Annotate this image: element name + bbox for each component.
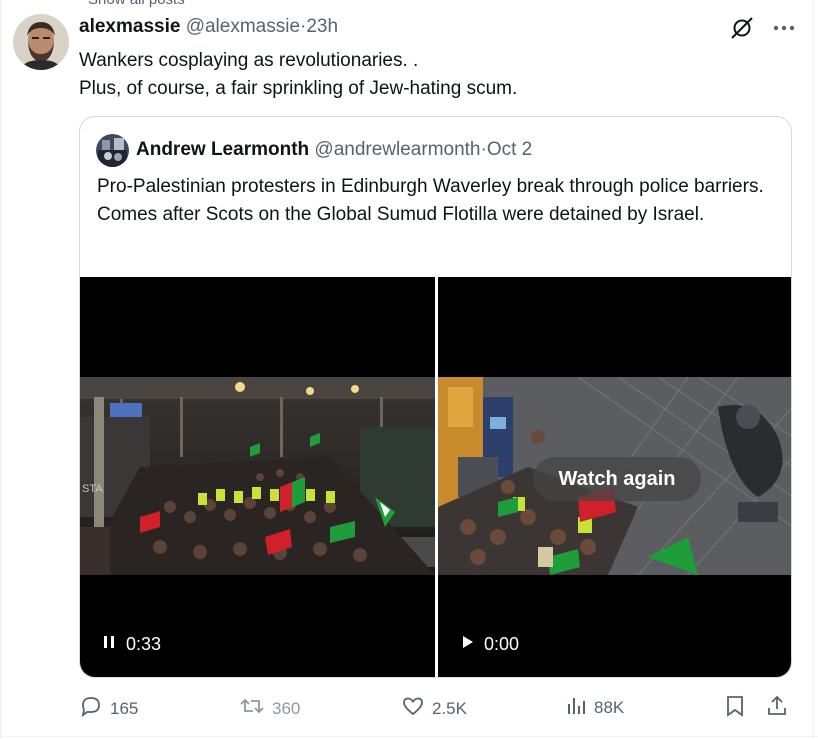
timeline-border-right [813,0,814,739]
video-1-control[interactable]: 0:33 [102,634,161,655]
bookmark-icon [724,694,746,723]
repost-button[interactable]: 360 [239,694,300,723]
play-icon[interactable] [460,634,474,655]
reply-icon [79,694,103,723]
bookmark-button[interactable] [724,694,746,723]
tweet-text-line-1: Wankers cosplaying as revolutionaries. . [79,50,419,71]
pause-icon[interactable] [102,634,116,655]
more-options-icon[interactable] [770,14,798,42]
views-count: 88K [594,697,625,717]
video-player-1[interactable]: STA 0:33 [80,277,435,677]
quoted-avatar[interactable] [96,134,129,167]
reply-count: 165 [110,698,139,718]
like-button[interactable]: 2.5K [401,694,467,723]
repost-count: 360 [272,698,301,718]
header-actions [728,14,798,42]
show-posts-link[interactable]: Show all posts [88,0,185,8]
share-button[interactable] [765,694,789,723]
tweet-divider [0,736,818,737]
watch-again-button[interactable]: Watch again [533,457,701,501]
heart-icon [401,694,425,723]
quoted-date[interactable]: Oct 2 [487,139,532,160]
share-icon [765,694,789,723]
repost-icon [239,694,265,723]
tweet-text: Wankers cosplaying as revolutionaries. .… [79,47,517,103]
video-1-time: 0:33 [126,634,162,654]
tweet-header: alexmassie @alexmassie·23h [79,16,338,38]
svg-text:STA: STA [82,483,103,495]
author-name[interactable]: alexmassie [79,16,180,37]
video-1-frame: STA [80,377,435,575]
quoted-tweet[interactable]: Andrew Learmonth @andrewlearmonth·Oct 2 … [79,116,792,678]
video-2-control[interactable]: 0:00 [460,634,519,655]
quoted-text: Pro-Palestinian protesters in Edinburgh … [97,176,764,225]
tweet-text-line-2: Plus, of course, a fair sprinkling of Je… [79,78,518,99]
quoted-header: Andrew Learmonth @andrewlearmonth·Oct 2 [136,139,532,161]
author-handle[interactable]: @alexmassie [186,16,300,37]
timeline-border-left [0,0,2,739]
quoted-author-handle[interactable]: @andrewlearmonth [314,139,480,160]
quoted-author-name[interactable]: Andrew Learmonth [136,139,309,160]
timestamp[interactable]: 23h [306,16,338,37]
reply-button[interactable]: 165 [79,694,138,723]
views-icon [565,694,587,721]
tweet-action-bar: 165 360 2.5K 88K [79,694,799,722]
avatar[interactable] [13,14,69,70]
views-button[interactable]: 88K [565,694,624,721]
grok-icon[interactable] [728,14,756,42]
video-player-2[interactable]: Watch again 0:00 [438,277,791,677]
like-count: 2.5K [432,698,467,718]
video-2-time: 0:00 [484,634,520,654]
